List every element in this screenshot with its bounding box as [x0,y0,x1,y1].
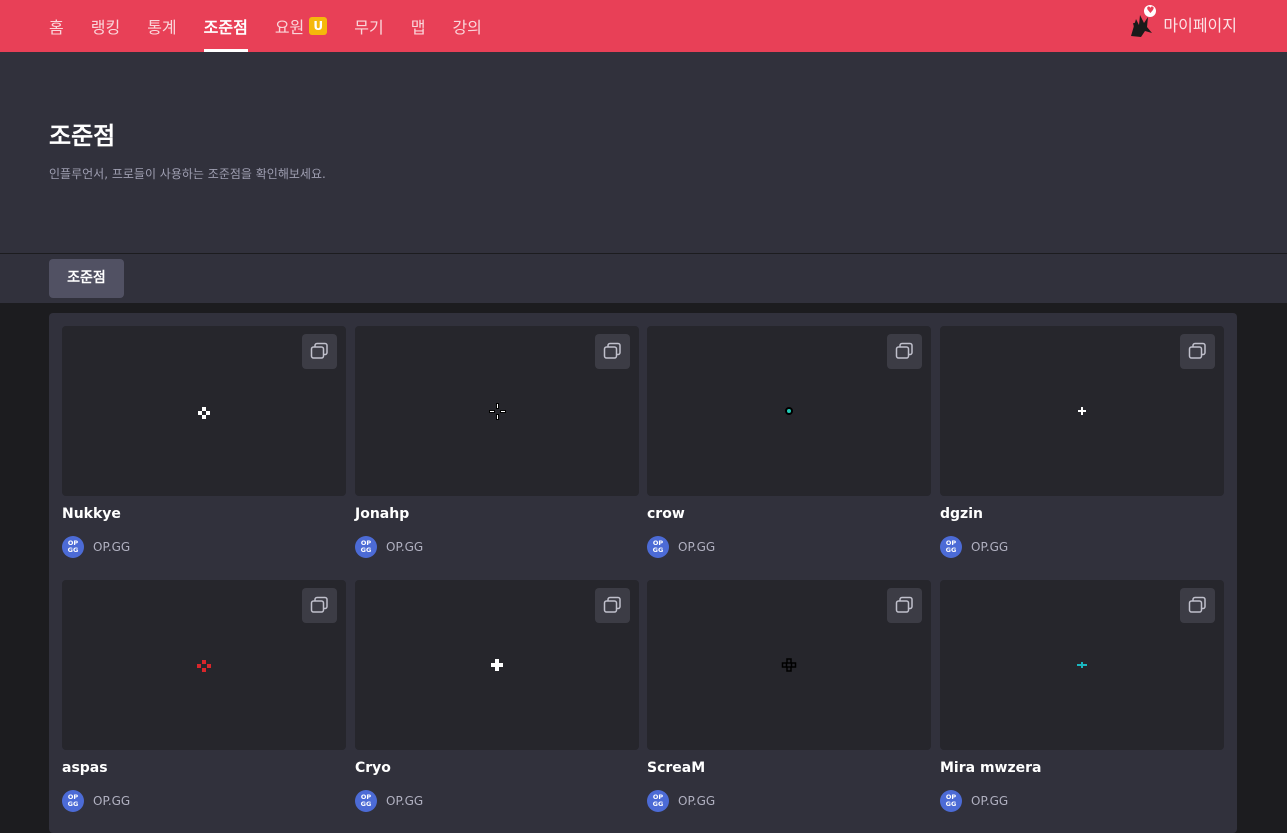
mypage-label: 마이페이지 [1163,16,1237,35]
crosshair-preview [62,326,346,496]
copy-button[interactable] [302,334,337,369]
copy-button[interactable] [302,588,337,623]
player-name: dgzin [940,506,983,522]
nav-label: 랭킹 [90,18,121,37]
source: OP GG OP.GG [940,790,1008,812]
copy-icon [1188,596,1206,613]
crosshair-card[interactable]: Nukkye OP GG OP.GG [62,326,346,558]
nav-item-crosshair[interactable]: 조준점 [203,0,248,52]
player-name: aspas [62,760,108,776]
crosshair-card[interactable]: crow OP GG OP.GG [647,326,931,558]
opgg-logo-icon: OP GG [355,790,377,812]
top-navigation-bar: 홈 랭킹 통계 조준점 요원 U 무기 맵 강의 ♥ 마이페이지 [0,0,1287,52]
crosshair-card[interactable]: Cryo OP GG OP.GG [355,580,639,812]
crosshair-card[interactable]: dgzin OP GG OP.GG [940,326,1224,558]
crosshair-preview [355,580,639,750]
opgg-logo-icon: OP GG [62,790,84,812]
nav-item-weapons[interactable]: 무기 [354,0,383,52]
copy-icon [895,342,913,359]
crosshair-grid: Nukkye OP GG OP.GG Jonahp OP GG OP.GG cr… [49,313,1237,833]
tab-crosshair[interactable]: 조준점 [49,259,124,298]
nav-label: 무기 [354,18,384,37]
crosshair-preview [940,326,1224,496]
player-name: Mira mwzera [940,760,1042,776]
opgg-logo-icon: OP GG [647,790,669,812]
crosshair-preview [62,580,346,750]
copy-icon [310,342,328,359]
player-name: crow [647,506,685,522]
copy-icon [895,596,913,613]
player-name: Cryo [355,760,391,776]
nav-label: 강의 [452,18,482,37]
source-label: OP.GG [971,540,1009,554]
copy-button[interactable] [595,588,630,623]
nav-label: 홈 [49,18,64,37]
copy-button[interactable] [595,334,630,369]
nav-label: 통계 [147,18,177,37]
crosshair-preview [355,326,639,496]
player-name: Jonahp [355,506,410,522]
source: OP GG OP.GG [940,536,1008,558]
source: OP GG OP.GG [62,536,130,558]
copy-button[interactable] [887,334,922,369]
nav-item-home[interactable]: 홈 [49,0,64,52]
nav-item-agents[interactable]: 요원 U [274,0,328,52]
opgg-logo-icon: OP GG [940,536,962,558]
nav-item-ranking[interactable]: 랭킹 [91,0,120,52]
tab-bar: 조준점 [0,254,1287,303]
player-name: Nukkye [62,506,121,522]
crosshair-card[interactable]: ScreaM OP GG OP.GG [647,580,931,812]
copy-icon [310,596,328,613]
page-title: 조준점 [49,122,116,150]
opgg-logo-icon: OP GG [355,536,377,558]
crosshair-card[interactable]: Jonahp OP GG OP.GG [355,326,639,558]
nav-item-lectures[interactable]: 강의 [452,0,481,52]
source-label: OP.GG [678,540,716,554]
source: OP GG OP.GG [355,536,423,558]
source-label: OP.GG [386,794,424,808]
copy-icon [603,342,621,359]
crosshair-card[interactable]: aspas OP GG OP.GG [62,580,346,812]
crosshair-card[interactable]: Mira mwzera OP GG OP.GG [940,580,1224,812]
crosshair-preview [647,326,931,496]
crosshair-preview [940,580,1224,750]
source-label: OP.GG [93,540,131,554]
player-name: ScreaM [647,760,706,776]
opgg-logo-icon: OP GG [62,536,84,558]
source-label: OP.GG [386,540,424,554]
nav-label: 맵 [410,18,426,37]
copy-button[interactable] [1180,588,1215,623]
source-label: OP.GG [678,794,716,808]
source-label: OP.GG [971,794,1009,808]
main-nav: 홈 랭킹 통계 조준점 요원 U 무기 맵 강의 [49,0,509,52]
nav-item-stats[interactable]: 통계 [147,0,176,52]
nav-label: 조준점 [203,18,248,37]
nav-item-maps[interactable]: 맵 [411,0,426,52]
copy-icon [603,596,621,613]
page-header: 조준점 인플루언서, 프로들이 사용하는 조준점을 확인해보세요. [0,52,1287,253]
new-badge: U [309,17,328,35]
opgg-logo-icon: OP GG [647,536,669,558]
copy-button[interactable] [1180,334,1215,369]
source: OP GG OP.GG [647,790,715,812]
crosshair-preview [647,580,931,750]
avatar: ♥ [1127,5,1157,39]
source: OP GG OP.GG [355,790,423,812]
source: OP GG OP.GG [62,790,130,812]
copy-icon [1188,342,1206,359]
source: OP GG OP.GG [647,536,715,558]
mypage-link[interactable]: ♥ 마이페이지 [1127,0,1237,48]
page-description: 인플루언서, 프로들이 사용하는 조준점을 확인해보세요. [49,167,326,181]
copy-button[interactable] [887,588,922,623]
source-label: OP.GG [93,794,131,808]
opgg-logo-icon: OP GG [940,790,962,812]
nav-label: 요원 [274,18,305,37]
